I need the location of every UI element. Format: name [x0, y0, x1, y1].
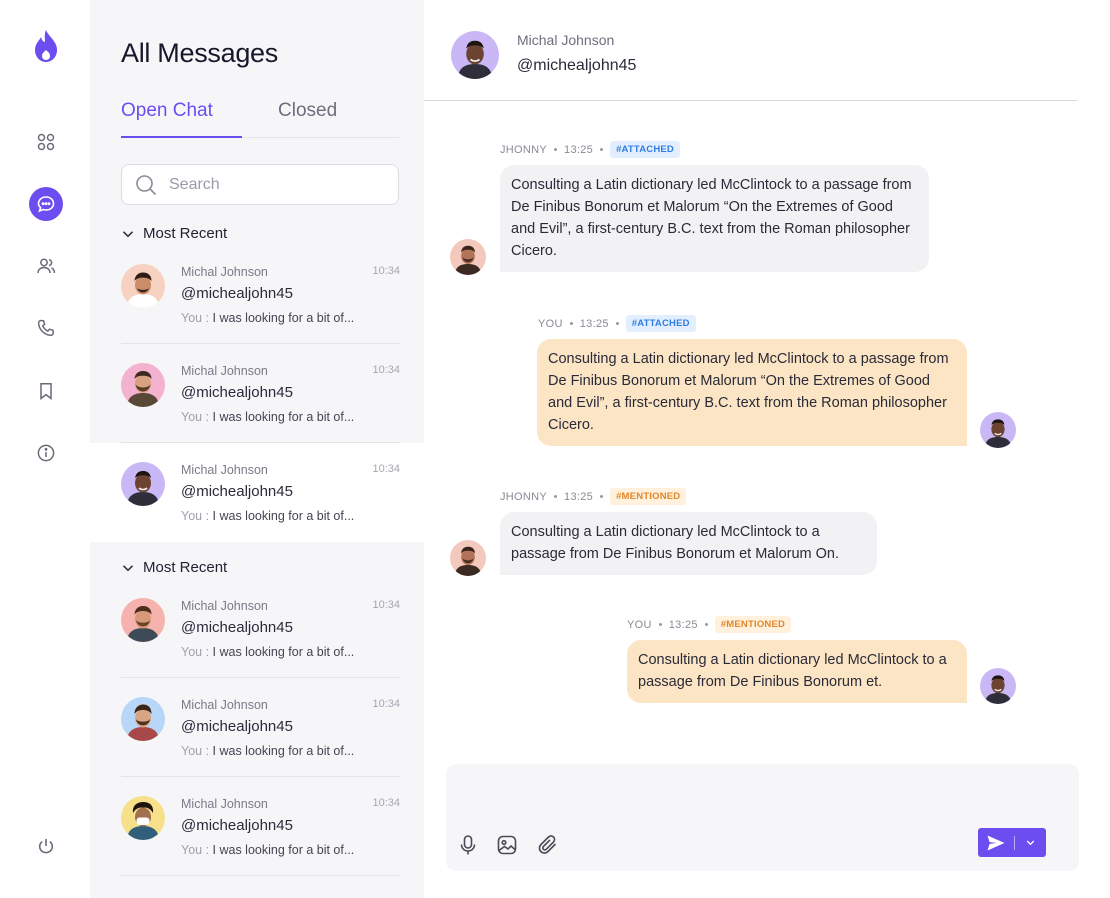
- contact-handle: @michealjohn45: [181, 817, 293, 834]
- avatar: [121, 598, 165, 642]
- message-preview: You : I was looking for a bit of...: [181, 744, 355, 758]
- avatar: [121, 363, 165, 407]
- image-icon[interactable]: [494, 832, 520, 858]
- contact-name: Michal Johnson: [181, 265, 268, 279]
- my-avatar[interactable]: [980, 412, 1016, 448]
- my-avatar[interactable]: [980, 668, 1016, 704]
- flame-logo-icon[interactable]: [31, 28, 61, 64]
- avatar: [121, 264, 165, 308]
- sender-name: YOU: [538, 317, 563, 330]
- contact-name: Michal Johnson: [181, 698, 268, 712]
- message-input[interactable]: [462, 776, 1062, 824]
- contact-name: Michal Johnson: [181, 364, 268, 378]
- message-meta: YOU 13:25 #MENTIONED: [627, 616, 792, 633]
- message-preview: You : I was looking for a bit of...: [181, 410, 355, 424]
- contact-handle: @michealjohn45: [181, 285, 293, 302]
- chat-icon[interactable]: [29, 187, 63, 221]
- tab-closed[interactable]: Closed: [278, 100, 337, 122]
- tab-open-chat[interactable]: Open Chat: [121, 100, 213, 122]
- status-badge[interactable]: #ATTACHED: [610, 141, 680, 158]
- apps-icon[interactable]: [29, 125, 63, 159]
- message-time: 10:34: [372, 797, 400, 809]
- sender-avatar[interactable]: [450, 540, 486, 576]
- message-time: 13:25: [579, 317, 609, 330]
- group-header-most-recent[interactable]: Most Recent: [121, 225, 227, 242]
- message-meta: JHONNY 13:25 #MENTIONED: [500, 488, 687, 505]
- microphone-icon[interactable]: [455, 832, 481, 858]
- group-header-most-recent[interactable]: Most Recent: [121, 559, 227, 576]
- status-badge[interactable]: #MENTIONED: [714, 616, 792, 633]
- chevron-down-icon: [122, 230, 134, 237]
- avatar: [121, 796, 165, 840]
- message-meta: JHONNY 13:25 #ATTACHED: [500, 141, 680, 158]
- icon-rail: [0, 0, 90, 898]
- send-icon: [978, 828, 1014, 857]
- conversation-list-panel: All Messages Open Chat Closed Most Recen…: [90, 0, 424, 898]
- message-preview: You : I was looking for a bit of...: [181, 645, 355, 659]
- divider: [121, 875, 400, 876]
- contact-name: Michal Johnson: [181, 463, 268, 477]
- contact-handle: @michealjohn45: [181, 619, 293, 636]
- contact-avatar[interactable]: [451, 31, 499, 79]
- conversation-item[interactable]: Michal Johnson 10:34 @michealjohn45 You …: [90, 579, 424, 678]
- search-icon: [136, 175, 157, 196]
- avatar: [121, 462, 165, 506]
- conversation-item[interactable]: Michal Johnson 10:34 @michealjohn45 You …: [90, 245, 424, 344]
- message-time: 13:25: [564, 490, 594, 503]
- page-title: All Messages: [121, 38, 278, 68]
- contact-name: Michal Johnson: [181, 599, 268, 613]
- conversation-item-selected[interactable]: Michal Johnson 10:34 @michealjohn45 You …: [90, 443, 424, 542]
- group-label: Most Recent: [143, 559, 228, 576]
- sender-name: YOU: [627, 618, 652, 631]
- status-badge[interactable]: #ATTACHED: [625, 315, 696, 332]
- sender-name: JHONNY: [500, 490, 548, 503]
- send-button[interactable]: [978, 828, 1046, 857]
- message-bubble-outgoing[interactable]: Consulting a Latin dictionary led McClin…: [537, 339, 967, 446]
- message-meta: YOU 13:25 #ATTACHED: [538, 315, 696, 332]
- message-composer: [446, 764, 1079, 871]
- sender-name: JHONNY: [500, 143, 548, 156]
- contact-handle: @michealjohn45: [517, 57, 637, 74]
- paperclip-icon[interactable]: [535, 832, 561, 858]
- message-preview: You : I was looking for a bit of...: [181, 311, 355, 325]
- message-bubble-incoming[interactable]: Consulting a Latin dictionary led McClin…: [500, 512, 877, 575]
- message-time: 13:25: [668, 618, 698, 631]
- message-time: 10:34: [372, 463, 400, 475]
- chat-header: Michal Johnson @michealjohn45: [424, 0, 1077, 101]
- chevron-down-icon: [122, 564, 134, 571]
- conversation-item[interactable]: Michal Johnson 10:34 @michealjohn45 You …: [90, 344, 424, 443]
- avatar: [121, 697, 165, 741]
- conversation-item[interactable]: Michal Johnson 10:34 @michealjohn45 You …: [90, 678, 424, 777]
- contact-handle: @michealjohn45: [181, 483, 293, 500]
- sender-avatar[interactable]: [450, 239, 486, 275]
- info-icon[interactable]: [29, 436, 63, 470]
- message-time: 13:25: [564, 143, 594, 156]
- power-icon[interactable]: [29, 829, 63, 863]
- active-tab-indicator: [121, 136, 242, 138]
- contact-handle: @michealjohn45: [181, 718, 293, 735]
- message-time: 10:34: [372, 265, 400, 277]
- search-input[interactable]: [169, 165, 389, 204]
- conversation-item[interactable]: Michal Johnson 10:34 @michealjohn45 You …: [90, 777, 424, 876]
- message-preview: You : I was looking for a bit of...: [181, 843, 355, 857]
- status-badge[interactable]: #MENTIONED: [610, 488, 687, 505]
- contact-name: Michal Johnson: [517, 32, 615, 48]
- chevron-down-icon[interactable]: [1015, 828, 1046, 857]
- group-label: Most Recent: [143, 225, 228, 242]
- chat-panel: Michal Johnson @michealjohn45 JHONNY 13:…: [424, 0, 1110, 898]
- phone-icon[interactable]: [29, 311, 63, 345]
- message-preview: You : I was looking for a bit of...: [181, 509, 355, 523]
- contact-handle: @michealjohn45: [181, 384, 293, 401]
- message-bubble-incoming[interactable]: Consulting a Latin dictionary led McClin…: [500, 165, 929, 272]
- message-time: 10:34: [372, 698, 400, 710]
- search-box: [121, 164, 399, 205]
- message-bubble-outgoing[interactable]: Consulting a Latin dictionary led McClin…: [627, 640, 967, 703]
- users-icon[interactable]: [29, 249, 63, 283]
- message-time: 10:34: [372, 599, 400, 611]
- message-time: 10:34: [372, 364, 400, 376]
- bookmark-icon[interactable]: [29, 374, 63, 408]
- contact-name: Michal Johnson: [181, 797, 268, 811]
- chat-tabs: Open Chat Closed: [121, 98, 399, 138]
